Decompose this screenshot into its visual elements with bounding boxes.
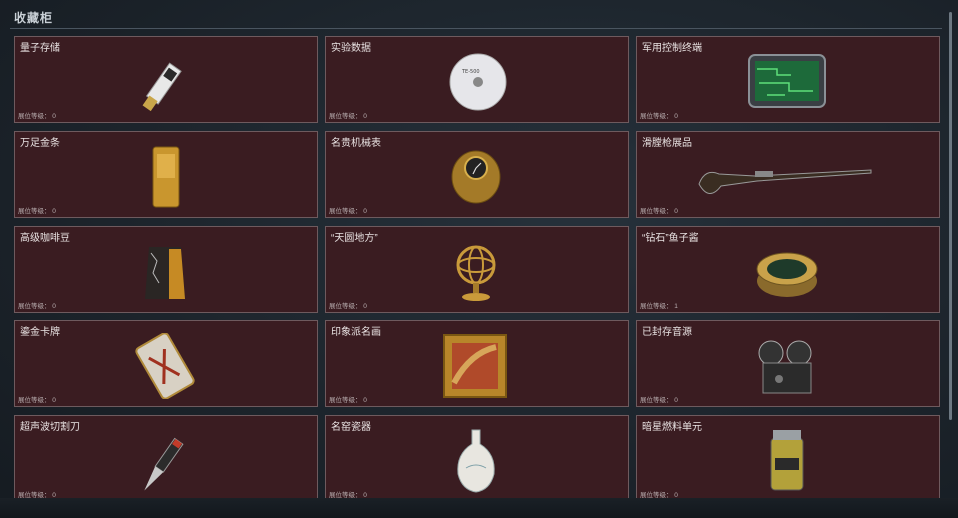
collection-item[interactable]: 实验数据 TE-500 展位等级： 0 (325, 36, 629, 123)
caviar-tin-icon (747, 239, 827, 305)
item-level: 展位等级： 0 (329, 113, 367, 120)
collection-item[interactable]: 名窑瓷器展位等级： 0 (325, 415, 629, 498)
item-name: 名贵机械表 (331, 138, 381, 149)
item-name: 名窑瓷器 (331, 422, 371, 433)
collection-item[interactable]: 名贵机械表展位等级： 0 (325, 131, 629, 218)
collection-item[interactable]: 军用控制终端展位等级： 0 (636, 36, 940, 123)
collection-item[interactable]: 超声波切割刀展位等级： 0 (14, 415, 318, 498)
item-name: 高级咖啡豆 (20, 233, 70, 244)
item-level: 展位等级： 0 (18, 113, 56, 120)
item-name: 鎏金卡牌 (20, 327, 60, 338)
item-name: “天圆地方” (331, 233, 378, 244)
collection-item[interactable]: 高级咖啡豆展位等级： 0 (14, 226, 318, 313)
collection-item[interactable]: 印象派名画展位等级： 0 (325, 320, 629, 407)
cutting-knife-icon (125, 428, 205, 494)
page-title: 收藏柜 (14, 11, 54, 25)
coffee-bag-icon (125, 239, 205, 305)
film-projector-icon (747, 333, 827, 399)
item-level: 展位等级： 0 (329, 303, 367, 310)
gold-bar-icon (125, 144, 205, 210)
item-name: 万足金条 (20, 138, 60, 149)
scrollbar-thumb[interactable] (949, 12, 952, 420)
item-level: 展位等级： 0 (640, 397, 678, 404)
item-level: 展位等级： 0 (329, 397, 367, 404)
item-name: 暗星燃料单元 (642, 422, 702, 433)
item-name: 滑膛枪展品 (642, 138, 692, 149)
svg-text:TE-500: TE-500 (461, 69, 480, 75)
item-level: 展位等级： 0 (18, 208, 56, 215)
collection-item[interactable]: “天圆地方” 展位等级： 0 (325, 226, 629, 313)
item-name: 实验数据 (331, 43, 371, 54)
item-level: 展位等级： 0 (18, 397, 56, 404)
item-level: 展位等级： 0 (640, 113, 678, 120)
musket-icon (695, 144, 875, 210)
armillary-sphere-icon (436, 239, 516, 305)
collection-item[interactable]: 量子存储展位等级： 0 (14, 36, 318, 123)
item-name: 量子存储 (20, 43, 60, 54)
collection-grid: 量子存储 展位等级： 0 实验数据 TE-500 展位等级： 0 军用控制终端 展位等级： … (14, 36, 940, 498)
disc-icon: TE-500 (436, 49, 516, 115)
collection-item[interactable]: 滑膛枪展品展位等级： 0 (636, 131, 940, 218)
circuit-terminal-icon (747, 49, 827, 115)
usb-drive-icon (125, 49, 205, 115)
item-level: 展位等级： 0 (640, 208, 678, 215)
bottom-bar (0, 498, 958, 518)
item-name: 已封存音源 (642, 327, 692, 338)
porcelain-vase-icon (436, 428, 516, 494)
item-name: 军用控制终端 (642, 43, 702, 54)
watch-icon (436, 144, 516, 210)
collection-item[interactable]: 暗星燃料单元展位等级： 0 (636, 415, 940, 498)
item-name: “钻石”鱼子酱 (642, 233, 699, 244)
collection-item[interactable]: 已封存音源展位等级： 0 (636, 320, 940, 407)
collection-item[interactable]: 万足金条展位等级： 0 (14, 131, 318, 218)
collection-item[interactable]: 鎏金卡牌展位等级： 0 (14, 320, 318, 407)
fuel-canister-icon (747, 428, 827, 494)
item-name: 超声波切割刀 (20, 422, 80, 433)
collection-item[interactable]: “钻石”鱼子酱展位等级： 1 (636, 226, 940, 313)
title-divider (10, 28, 942, 29)
item-level: 展位等级： 0 (18, 492, 56, 498)
item-level: 展位等级： 1 (640, 303, 678, 310)
gilded-card-icon (125, 332, 205, 400)
framed-painting-icon (436, 333, 516, 399)
item-level: 展位等级： 0 (18, 303, 56, 310)
item-level: 展位等级： 0 (640, 492, 678, 498)
item-name: 印象派名画 (331, 327, 381, 338)
item-level: 展位等级： 0 (329, 492, 367, 498)
item-level: 展位等级： 0 (329, 208, 367, 215)
